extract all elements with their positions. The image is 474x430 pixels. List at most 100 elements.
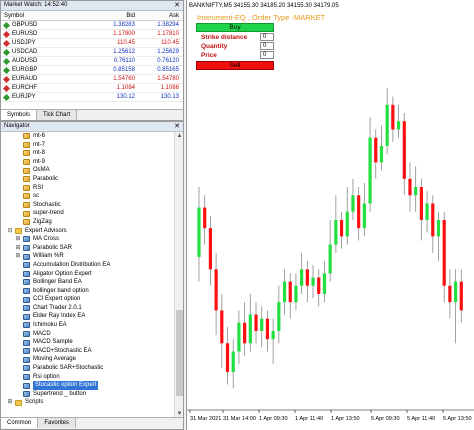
price-down-icon <box>2 30 11 38</box>
tab-symbols[interactable]: Symbols <box>1 110 38 120</box>
quantity-input[interactable]: 0 <box>260 42 274 50</box>
list-item[interactable]: Rsi option <box>1 373 175 382</box>
navigator-scrollbar[interactable]: ▲ ▼ <box>174 132 183 418</box>
tab-favorites[interactable]: Favorites <box>38 418 77 428</box>
market-watch-tabs: Symbols Tick Chart <box>1 109 183 120</box>
list-item[interactable]: Stocastic option Expert <box>1 381 175 390</box>
indicator-icon <box>23 193 30 200</box>
list-item[interactable]: RSI <box>1 184 175 193</box>
table-row[interactable]: EURJPY 130.12 130.13 <box>1 93 183 102</box>
candle-body <box>288 281 292 303</box>
candle <box>385 88 389 155</box>
list-item[interactable]: Accumulation Distribution EA <box>1 261 175 270</box>
market-watch-rows: GBPUSD 1.38283 1.38294 EURUSD 1.17800 1.17810… <box>1 21 183 102</box>
list-item-label: Stochastic <box>33 201 61 208</box>
column-header-bid[interactable]: Bid <box>85 11 135 20</box>
candle-body <box>391 104 395 130</box>
list-item[interactable]: MACD+Stochastic EA <box>1 347 175 356</box>
candle <box>225 326 230 385</box>
list-item-label: super-trend <box>33 210 64 217</box>
tab-tick-chart[interactable]: Tick Chart <box>37 110 78 120</box>
list-item[interactable]: Supertrend _ button <box>1 390 175 399</box>
scroll-up-icon[interactable]: ▲ <box>175 132 184 140</box>
list-item[interactable]: mt-6 <box>1 132 175 141</box>
bid-cell: 0.76110 <box>113 58 135 64</box>
market-watch-title-bar: Market Watch: 14:52:40 ✕ <box>1 1 183 11</box>
list-item[interactable]: Bollinger Band EA <box>1 278 175 287</box>
symbol-cell: USDJPY <box>1 39 85 47</box>
candle-body <box>408 178 412 196</box>
indicator-icon <box>23 167 30 174</box>
column-header-ask[interactable]: Ask <box>135 11 182 20</box>
candle-body <box>271 330 275 340</box>
list-item[interactable]: Elder Ray Index EA <box>1 312 175 321</box>
list-item[interactable]: sc <box>1 192 175 201</box>
list-item[interactable]: Chart Trader 2.0.1 <box>1 304 175 313</box>
list-item[interactable]: Stochastic <box>1 201 175 210</box>
list-item[interactable]: bollinger band option <box>1 287 175 296</box>
list-item[interactable]: ⊞ Scripts <box>1 398 175 407</box>
expert-advisor-icon <box>23 373 30 380</box>
list-item-label: MACD Sample <box>33 339 73 346</box>
sell-button[interactable]: Sell <box>196 61 274 70</box>
price-input[interactable]: 0 <box>260 51 274 59</box>
list-item[interactable]: mt-8 <box>1 149 175 158</box>
list-item[interactable]: Parabolic <box>1 175 175 184</box>
candle <box>459 269 463 323</box>
candle <box>436 211 441 262</box>
expand-icon[interactable]: ⊞ <box>15 235 21 244</box>
list-item[interactable]: MACD <box>1 330 175 339</box>
list-item[interactable]: ZigZag <box>1 218 175 227</box>
candle <box>379 125 384 171</box>
collapse-icon[interactable]: ⊟ <box>7 227 13 236</box>
list-item-label: Scripts <box>25 399 44 406</box>
candle <box>362 182 366 237</box>
symbol-name: USDJPY <box>12 39 36 46</box>
list-item[interactable]: Ichimoku EA <box>1 321 175 330</box>
indicator-icon <box>23 133 30 140</box>
list-item[interactable]: Moving Average <box>1 355 175 364</box>
list-item[interactable]: super-trend <box>1 209 175 218</box>
strike-distance-input[interactable]: 0 <box>260 33 274 41</box>
x-tick-label: 1 Apr 09:30 <box>259 416 288 422</box>
price-up-icon <box>2 93 11 101</box>
candle-body <box>260 318 264 331</box>
symbol-name: USDCAD <box>12 48 38 55</box>
buy-button[interactable]: Buy <box>196 23 274 32</box>
candle-body <box>345 211 349 237</box>
tab-common[interactable]: Common <box>1 418 39 428</box>
list-item-label: Parabolic <box>33 175 59 182</box>
close-icon[interactable]: ✕ <box>174 122 180 131</box>
symbol-cell: USDCAD <box>1 48 85 56</box>
list-item[interactable]: Aligator Option Expert <box>1 270 175 279</box>
list-item[interactable]: mt-9 <box>1 158 175 167</box>
scrollbar-thumb[interactable] <box>176 310 183 396</box>
list-item[interactable]: OsMA <box>1 166 175 175</box>
expand-icon[interactable]: ⊞ <box>15 252 21 261</box>
list-item-label: bollinger band option <box>33 287 89 294</box>
list-item-label: Chart Trader 2.0.1 <box>33 304 82 311</box>
candle-body <box>374 137 378 163</box>
expand-icon[interactable]: ⊞ <box>7 398 13 407</box>
list-item-label: Rsi option <box>33 373 60 380</box>
list-item[interactable]: CCI Expert option <box>1 295 175 304</box>
list-item-label: CCI Expert option <box>33 296 81 303</box>
chart-window[interactable]: 31 Mar 2021 31 Mar 14:00 1 Apr 09:30 1 Apr … <box>186 0 474 430</box>
list-item[interactable]: mt-7 <box>1 141 175 150</box>
expand-icon[interactable]: ⊞ <box>15 244 21 253</box>
list-item-label: Accumulation Distribution EA <box>33 261 111 268</box>
candle-body <box>379 145 384 163</box>
list-item[interactable]: ⊞ William %R <box>1 252 175 261</box>
list-item[interactable]: ⊞ MA Cross <box>1 235 175 244</box>
list-item[interactable]: Parabolic SAR+Stochastic <box>1 364 175 373</box>
column-header-symbol[interactable]: Symbol <box>1 11 85 20</box>
close-icon[interactable]: ✕ <box>174 1 180 10</box>
ask-cell: 1.1086 <box>160 85 179 91</box>
symbol-name: EURAUD <box>12 75 38 82</box>
list-item[interactable]: ⊟ Expert Advisors <box>1 227 175 236</box>
list-item[interactable]: ⊞ Parabolic SAR <box>1 244 175 253</box>
bid-cell: 0.85158 <box>113 67 135 73</box>
candle-body <box>231 351 235 373</box>
indicator-icon <box>23 176 30 183</box>
list-item[interactable]: MACD Sample <box>1 338 175 347</box>
